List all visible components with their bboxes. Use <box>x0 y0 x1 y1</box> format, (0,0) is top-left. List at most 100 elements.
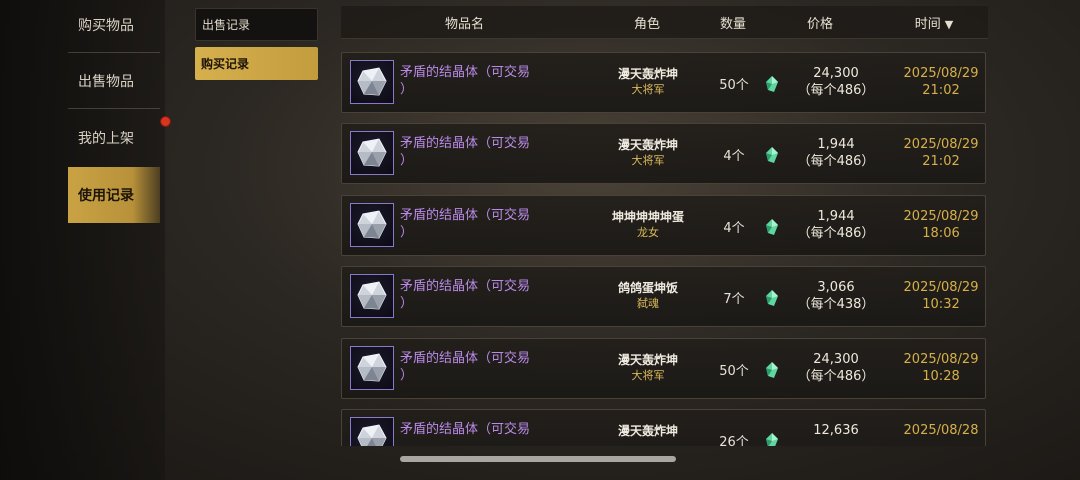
item-name-suffix: ） <box>400 225 414 240</box>
nav-label: 我的上架 <box>78 131 134 147</box>
date: 2025/08/29 <box>903 209 979 224</box>
item-name[interactable]: 矛盾的结晶体（可交易 ） <box>400 350 580 384</box>
nav-label: 使用记录 <box>78 188 134 204</box>
crystal-icon[interactable] <box>350 203 394 247</box>
total-price: 24,300 <box>813 66 859 81</box>
player-title: 大将军 <box>631 369 665 382</box>
quantity: 7个 <box>723 292 745 307</box>
clock: 10:32 <box>922 297 960 312</box>
clock: 21:02 <box>922 154 960 169</box>
item-name-text: 矛盾的结晶体（可交易 <box>400 65 531 80</box>
header-role: 角色 <box>633 16 660 32</box>
time-cell: 2025/08/29 10:28 <box>887 351 988 385</box>
role-cell: 漫天轰炸坤 大将军 <box>589 352 707 384</box>
nav-buy-items[interactable]: 购买物品 <box>68 0 160 53</box>
nav-label: 购买物品 <box>78 18 134 34</box>
quantity: 4个 <box>723 149 745 164</box>
price-cell: 1,944 （每个486） <box>781 136 891 170</box>
gem-icon <box>766 76 778 96</box>
total-price: 24,300 <box>813 352 859 367</box>
time-cell: 2025/08/29 18:06 <box>887 208 988 242</box>
unit-price: （每个486） <box>797 83 875 98</box>
nav-my-listings[interactable]: 我的上架 <box>68 110 160 166</box>
player-name: 鸽鸽蛋坤饭 <box>617 281 678 295</box>
unit-price: （每个486） <box>797 154 875 169</box>
price-cell: 1,944 （每个486） <box>781 208 891 242</box>
role-cell: 漫天轰炸坤 大将军 <box>589 137 707 169</box>
item-name[interactable]: 矛盾的结晶体（可交易 ） <box>400 135 580 169</box>
header-quantity: 数量 <box>719 16 746 32</box>
item-name[interactable]: 矛盾的结晶体（可交易 ） <box>400 207 580 241</box>
unit-price: （每个438） <box>797 297 875 312</box>
crystal-icon[interactable] <box>350 417 394 446</box>
crystal-icon[interactable] <box>350 274 394 318</box>
left-nav: 购买物品 出售物品 我的上架 使用记录 <box>0 0 165 480</box>
unit-price: （每个486） <box>797 369 875 384</box>
price-cell: 24,300 （每个486） <box>781 65 891 99</box>
table-header: 物品名 角色 数量 价格 时间 ▼ <box>341 6 988 39</box>
total-price: 1,944 <box>817 137 855 152</box>
player-name: 漫天轰炸坤 <box>617 353 678 367</box>
divider <box>68 108 160 109</box>
role-cell: 漫天轰炸坤 <box>589 423 707 439</box>
crystal-icon[interactable] <box>350 346 394 390</box>
table-row[interactable]: 矛盾的结晶体（可交易 漫天轰炸坤 26个 12,636 2025/08/28 <box>341 409 986 446</box>
gem-icon <box>766 219 778 239</box>
role-cell: 坤坤坤坤坤蛋 龙女 <box>589 209 707 241</box>
sub-nav: 出售记录 购买记录 <box>195 8 318 86</box>
header-item-name: 物品名 <box>444 16 484 32</box>
item-name-suffix: ） <box>400 153 414 168</box>
player-name: 漫天轰炸坤 <box>617 67 678 81</box>
tab-sell-records[interactable]: 出售记录 <box>195 8 318 41</box>
quantity: 50个 <box>719 364 749 379</box>
nav-usage-records[interactable]: 使用记录 <box>68 167 160 223</box>
time-cell: 2025/08/29 21:02 <box>887 136 988 170</box>
clock: 18:06 <box>922 226 960 241</box>
crystal-icon[interactable] <box>350 60 394 104</box>
player-title: 弑魂 <box>637 297 659 310</box>
player-name: 坤坤坤坤坤蛋 <box>611 210 684 224</box>
header-time[interactable]: 时间 ▼ <box>880 13 988 32</box>
item-name-suffix: ） <box>400 296 414 311</box>
item-name[interactable]: 矛盾的结晶体（可交易 ） <box>400 64 580 98</box>
price-cell: 3,066 （每个438） <box>781 279 891 313</box>
total-price: 12,636 <box>813 423 859 438</box>
quantity: 50个 <box>719 78 749 93</box>
header-price: 价格 <box>806 16 833 32</box>
scrollbar[interactable] <box>400 456 676 462</box>
quantity: 26个 <box>719 435 749 446</box>
date: 2025/08/29 <box>903 137 979 152</box>
time-cell: 2025/08/28 <box>887 422 988 439</box>
tab-label: 出售记录 <box>202 18 251 32</box>
table-row[interactable]: 矛盾的结晶体（可交易 ） 漫天轰炸坤 大将军 50个 24,300 （每个486… <box>341 52 986 113</box>
gem-icon <box>766 433 778 446</box>
item-name-suffix: ） <box>400 82 414 97</box>
item-name-text: 矛盾的结晶体（可交易 <box>400 351 531 366</box>
table-row[interactable]: 矛盾的结晶体（可交易 ） 漫天轰炸坤 大将军 50个 24,300 （每个486… <box>341 338 986 399</box>
player-title: 龙女 <box>637 226 659 239</box>
sort-down-icon[interactable]: ▼ <box>945 18 953 31</box>
item-name-suffix: ） <box>400 368 414 383</box>
table-row[interactable]: 矛盾的结晶体（可交易 ） 鸽鸽蛋坤饭 弑魂 7个 3,066 （每个438） 2… <box>341 266 986 327</box>
gem-icon <box>766 362 778 382</box>
records-table: 物品名 角色 数量 价格 时间 ▼ 矛盾的结晶体（可交易 ） 漫天轰炸坤 大将军 … <box>341 6 988 446</box>
tab-buy-records[interactable]: 购买记录 <box>195 47 318 80</box>
player-title: 大将军 <box>631 83 665 96</box>
item-name-text: 矛盾的结晶体（可交易 <box>400 279 531 294</box>
player-name: 漫天轰炸坤 <box>617 424 678 438</box>
item-name[interactable]: 矛盾的结晶体（可交易 <box>400 421 580 438</box>
time-cell: 2025/08/29 21:02 <box>887 65 988 99</box>
table-row[interactable]: 矛盾的结晶体（可交易 ） 坤坤坤坤坤蛋 龙女 4个 1,944 （每个486） … <box>341 195 986 256</box>
crystal-icon[interactable] <box>350 131 394 175</box>
date: 2025/08/28 <box>903 423 979 438</box>
nav-sell-items[interactable]: 出售物品 <box>68 53 160 109</box>
date: 2025/08/29 <box>903 280 979 295</box>
player-name: 漫天轰炸坤 <box>617 138 678 152</box>
total-price: 1,944 <box>817 209 855 224</box>
table-row[interactable]: 矛盾的结晶体（可交易 ） 漫天轰炸坤 大将军 4个 1,944 （每个486） … <box>341 123 986 184</box>
role-cell: 漫天轰炸坤 大将军 <box>589 66 707 98</box>
notification-dot-icon <box>160 116 171 127</box>
item-name[interactable]: 矛盾的结晶体（可交易 ） <box>400 278 580 312</box>
tab-label: 购买记录 <box>201 57 250 71</box>
date: 2025/08/29 <box>903 352 979 367</box>
